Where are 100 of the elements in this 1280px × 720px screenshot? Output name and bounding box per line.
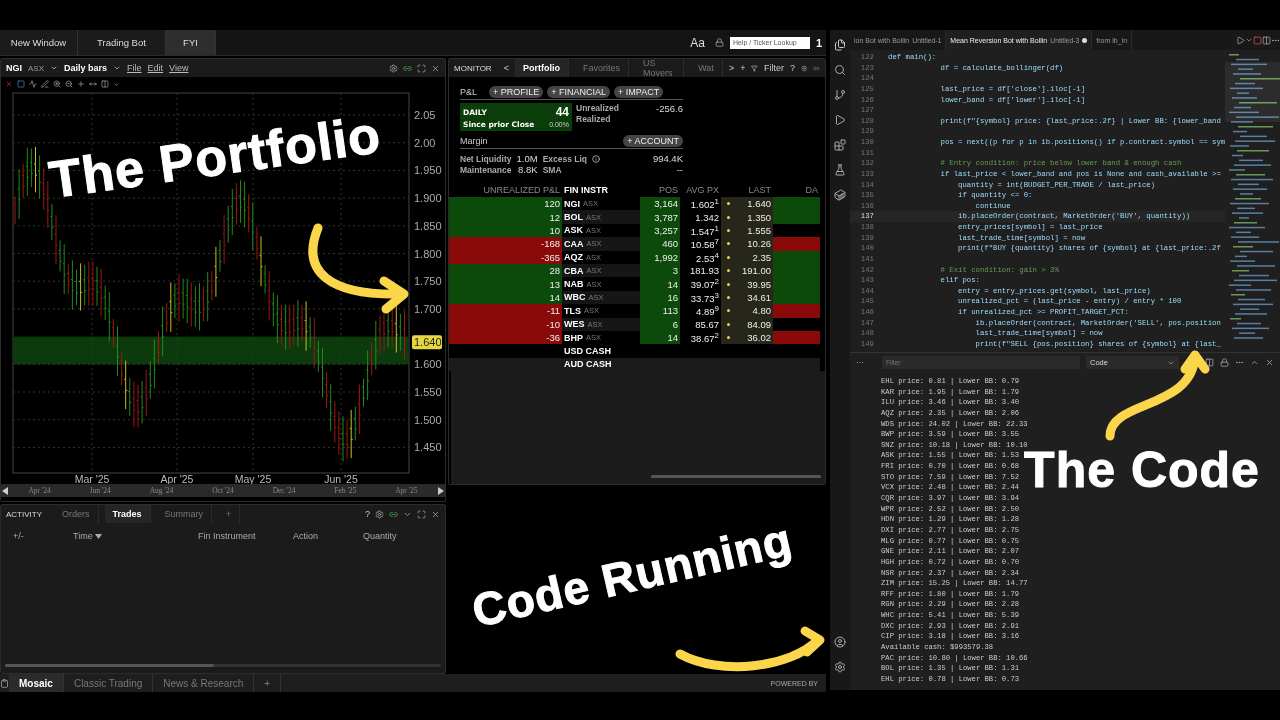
lock-icon[interactable] <box>1220 358 1229 367</box>
scroll-left-icon[interactable] <box>1 485 9 496</box>
account-button[interactable]: + ACCOUNT <box>623 135 683 147</box>
extensions-icon[interactable] <box>834 139 846 151</box>
add-tab-button[interactable]: + <box>740 63 746 73</box>
ticker-symbol[interactable]: WES <box>564 319 585 330</box>
column-header[interactable]: FIN INSTR <box>562 185 640 197</box>
search-icon[interactable] <box>834 64 846 76</box>
column-header[interactable]: Quantity <box>363 531 443 541</box>
ticker-symbol[interactable]: CAA <box>564 238 584 249</box>
horizontal-scrollbar[interactable] <box>651 475 821 478</box>
settings-icon[interactable] <box>389 63 398 73</box>
settings-icon[interactable] <box>834 661 846 673</box>
next-tab-button[interactable]: > <box>728 63 735 73</box>
caret-icon[interactable] <box>50 64 59 72</box>
column-header[interactable]: Action <box>293 531 363 541</box>
run-icon[interactable] <box>1236 35 1245 45</box>
metric-value: 994.4K <box>651 153 683 164</box>
maximize-panel-icon[interactable] <box>1250 358 1259 367</box>
sort-caret-icon[interactable] <box>94 533 102 539</box>
panel-tab[interactable]: Portfolio <box>514 59 569 77</box>
settings-icon[interactable] <box>375 509 384 519</box>
more-button[interactable]: ··· <box>856 358 876 367</box>
ticker-symbol[interactable]: BOL <box>564 212 583 223</box>
close-icon[interactable] <box>431 63 440 73</box>
ticker-symbol[interactable]: BHP <box>564 332 583 343</box>
horizontal-scrollbar[interactable] <box>5 664 441 667</box>
workspace-tab[interactable]: News & Research <box>153 674 255 692</box>
font-size-button[interactable]: Aa <box>690 35 705 50</box>
ticker-symbol[interactable]: NAB <box>564 279 584 290</box>
ticker-symbol[interactable]: AQZ <box>564 252 583 263</box>
source-control-icon[interactable] <box>834 89 846 101</box>
run-icon[interactable] <box>834 114 846 126</box>
tick-dot-icon <box>727 255 730 259</box>
draw-tool-icon[interactable] <box>41 80 49 88</box>
column-header[interactable]: Fin Instrument <box>198 531 293 541</box>
link-icon[interactable] <box>389 509 398 519</box>
link-icon[interactable] <box>813 63 820 73</box>
account-icon[interactable] <box>834 636 846 648</box>
window-tab[interactable]: Trading Bot <box>78 30 166 55</box>
help-button[interactable]: ? <box>365 509 370 519</box>
menu-item[interactable]: View <box>169 63 189 73</box>
lock-icon[interactable] <box>714 38 724 47</box>
bar-period-selector[interactable]: Daily bars <box>64 63 108 73</box>
crosshair-icon[interactable] <box>77 80 85 88</box>
workspace-tab[interactable]: Classic Trading <box>63 674 154 692</box>
panel-tab[interactable]: Favorites <box>574 59 629 77</box>
zoom-in-icon[interactable] <box>53 80 61 88</box>
add-tab-button[interactable]: + <box>218 505 241 523</box>
column-header[interactable]: LAST <box>721 185 773 197</box>
window-tab[interactable]: FYI <box>166 30 216 55</box>
add-column-button[interactable]: + IMPACT <box>614 86 664 98</box>
ticker-symbol[interactable]: WBC <box>564 292 586 303</box>
column-header[interactable]: AVG PX <box>680 185 721 197</box>
ticker-symbol[interactable]: ASK <box>564 225 583 236</box>
column-header[interactable]: UNREALIZED P&L <box>449 185 562 197</box>
flask-icon[interactable] <box>834 164 846 176</box>
link-icon[interactable] <box>403 63 412 73</box>
list-icon[interactable] <box>1205 358 1214 367</box>
menu-item[interactable]: File <box>127 63 142 73</box>
ticker-symbol[interactable]: NGI <box>564 198 580 209</box>
split-icon[interactable] <box>101 80 109 88</box>
panel-tab[interactable]: Trades <box>104 505 151 523</box>
price-tick: 1.800 <box>414 247 442 260</box>
table-cell: 3,164 <box>640 197 680 211</box>
add-column-button[interactable]: + PROFILE <box>489 86 544 98</box>
column-header[interactable]: DA <box>773 185 820 197</box>
maximize-icon[interactable] <box>417 63 426 73</box>
filter-button[interactable]: Filter <box>763 63 784 73</box>
split-editor-icon[interactable] <box>1262 35 1271 45</box>
panel-tab[interactable]: Summary <box>156 505 213 523</box>
previous-tab-button[interactable]: < <box>503 63 509 73</box>
ticker-symbol[interactable]: TLS <box>564 305 581 316</box>
menu-item[interactable]: Edit <box>147 63 164 73</box>
panel-tab[interactable]: Wat <box>690 59 723 77</box>
settings-icon[interactable] <box>800 63 808 73</box>
scroll-right-icon[interactable] <box>437 485 445 496</box>
chart-symbol[interactable]: NGI <box>6 63 22 73</box>
more-icon[interactable] <box>1235 358 1244 367</box>
caret-icon[interactable] <box>1245 36 1253 44</box>
add-column-button[interactable]: + FINANCIAL <box>547 86 611 98</box>
column-header[interactable]: Time <box>73 531 198 541</box>
panel-tab[interactable]: Orders <box>54 505 99 523</box>
filter-icon[interactable] <box>751 63 758 73</box>
add-workspace-button[interactable]: + <box>254 674 282 692</box>
explorer-icon[interactable] <box>834 39 846 51</box>
tick-dot-icon <box>727 228 730 232</box>
workspace-tab[interactable]: Mosaic <box>9 674 64 692</box>
column-header[interactable]: +/- <box>13 531 73 541</box>
help-button[interactable]: ? <box>789 63 795 73</box>
container-icon[interactable] <box>834 189 846 201</box>
close-icon[interactable] <box>1265 358 1274 367</box>
panel-tab[interactable]: US Movers <box>634 59 685 77</box>
window-tab[interactable]: New Window <box>0 30 78 55</box>
pan-icon[interactable] <box>89 80 97 88</box>
close-icon[interactable] <box>431 509 440 519</box>
column-header[interactable]: POS <box>640 185 680 197</box>
ticker-symbol[interactable]: CBA <box>564 265 584 276</box>
maximize-icon[interactable] <box>417 509 426 519</box>
zoom-out-icon[interactable] <box>65 80 73 88</box>
